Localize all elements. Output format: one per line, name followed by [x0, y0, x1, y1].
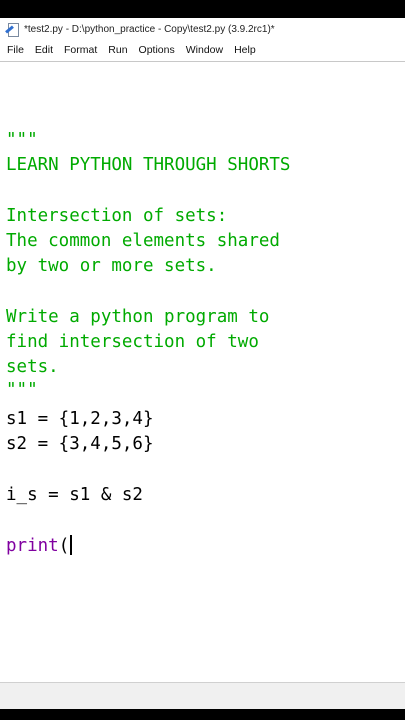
menu-edit[interactable]: Edit [30, 44, 58, 56]
menu-help[interactable]: Help [229, 44, 261, 56]
code-editor[interactable]: """ LEARN PYTHON THROUGH SHORTS Intersec… [0, 62, 405, 682]
code-line-desc-2: by two or more sets. [6, 256, 217, 276]
code-line-intersection: i_s = s1 & s2 [6, 485, 143, 505]
idle-editor-window: *test2.py - D:\python_practice - Copy\te… [0, 18, 405, 709]
code-line-task-2: find intersection of two [6, 332, 259, 352]
code-line-task-1: Write a python program to [6, 307, 270, 327]
code-line-s2: s2 = {3,4,5,6} [6, 434, 154, 454]
code-line-desc-1: The common elements shared [6, 231, 280, 251]
code-line-s1: s1 = {1,2,3,4} [6, 409, 154, 429]
menu-run[interactable]: Run [103, 44, 132, 56]
code-line-print: print( [6, 534, 72, 559]
code-line-task-3: sets. [6, 357, 59, 377]
menu-window[interactable]: Window [181, 44, 228, 56]
window-title: *test2.py - D:\python_practice - Copy\te… [24, 23, 275, 35]
docstring-open: """ [6, 130, 38, 150]
print-open-paren: ( [58, 536, 70, 556]
menu-file[interactable]: File [2, 44, 29, 56]
code-line-topic: Intersection of sets: [6, 206, 228, 226]
code-line-learn: LEARN PYTHON THROUGH SHORTS [6, 155, 291, 175]
menu-bar: File Edit Format Run Options Window Help [0, 40, 405, 60]
menu-format[interactable]: Format [59, 44, 102, 56]
idle-file-icon [5, 22, 19, 37]
menu-options[interactable]: Options [134, 44, 180, 56]
text-cursor [70, 535, 72, 555]
print-builtin: print [6, 536, 59, 556]
status-bar [0, 682, 405, 709]
title-bar[interactable]: *test2.py - D:\python_practice - Copy\te… [0, 18, 405, 40]
docstring-close: """ [6, 380, 38, 400]
